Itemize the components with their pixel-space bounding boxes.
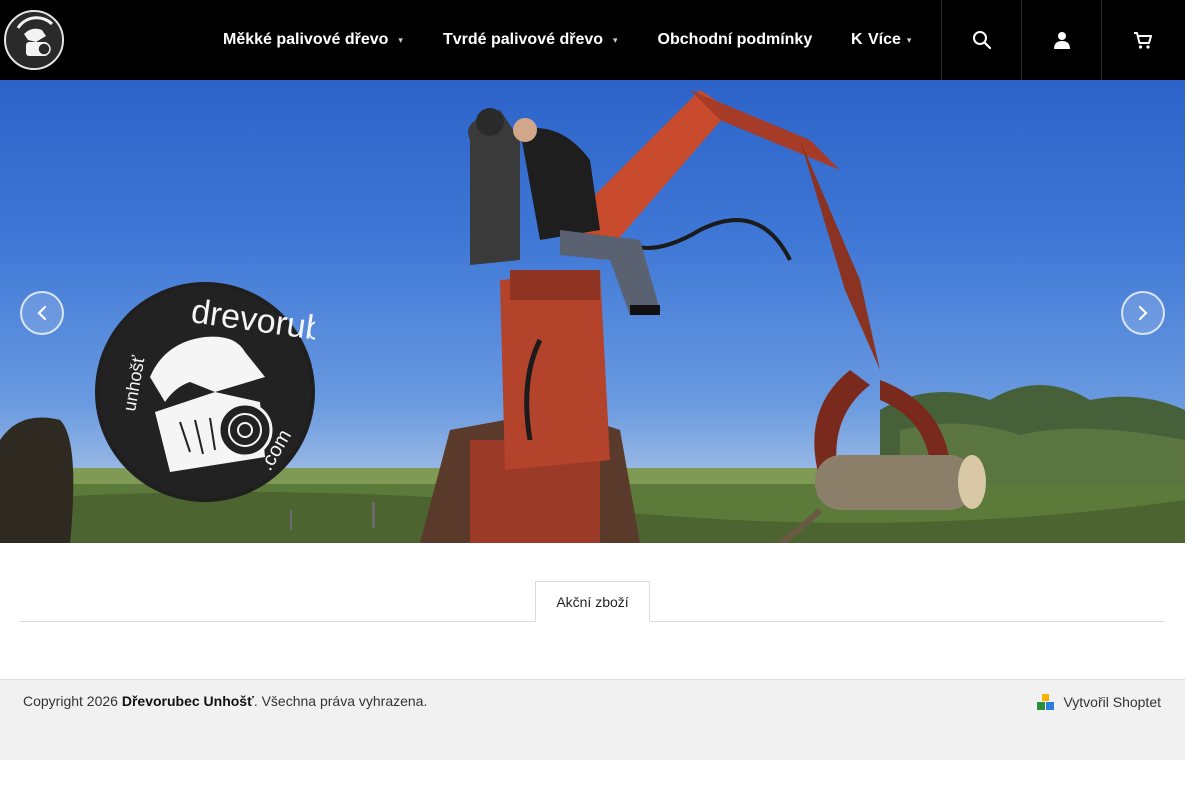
nav-item-terms[interactable]: Obchodní podmínky: [658, 31, 813, 49]
cart-button[interactable]: [1101, 0, 1183, 80]
chevron-left-icon: [37, 305, 47, 321]
account-button[interactable]: [1021, 0, 1101, 80]
hero-slider: drevorubec unhošť .com: [0, 80, 1185, 543]
site-header: Měkké palivové dřevo ▾ Tvrdé palivové dř…: [0, 0, 1185, 80]
tab-sale-products[interactable]: Akční zboží: [535, 581, 650, 622]
nav-label: Měkké palivové dřevo: [223, 31, 389, 48]
nav-label: Tvrdé palivové dřevo: [442, 31, 604, 48]
chevron-down-icon: ▾: [906, 34, 912, 45]
logo-image: [8, 14, 62, 68]
nav-item-hard-wood[interactable]: Tvrdé palivové dřevo ▾: [443, 31, 618, 49]
nav-more-menu[interactable]: K Více ▾: [851, 0, 921, 80]
nav-label: Obchodní podmínky: [657, 31, 813, 48]
cart-icon: [1133, 32, 1152, 49]
search-icon: [972, 31, 991, 50]
main-nav: Měkké palivové dřevo ▾ Tvrdé palivové dř…: [223, 0, 852, 80]
shoptet-logo-icon: [1037, 694, 1055, 710]
shoptet-label: Vytvořil Shoptet: [1063, 694, 1161, 710]
hero-logo: drevorubec unhošť .com: [95, 282, 315, 502]
site-logo[interactable]: [4, 10, 64, 70]
chevron-right-icon: [1138, 305, 1148, 321]
copyright-prefix: Copyright 2026: [23, 693, 122, 709]
shoptet-link[interactable]: Vytvořil Shoptet: [1037, 693, 1161, 711]
nav-item-soft-wood[interactable]: Měkké palivové dřevo ▾: [223, 31, 403, 49]
slider-next-button[interactable]: [1121, 291, 1165, 335]
chevron-down-icon: ▾: [398, 34, 403, 45]
copyright-text: Copyright 2026 Dřevorubec Unhošť. Všechn…: [23, 693, 427, 709]
copyright-suffix: . Všechna práva vyhrazena.: [253, 693, 428, 709]
search-button[interactable]: [941, 0, 1021, 80]
nav-more-label: Více: [868, 31, 901, 48]
chevron-down-icon: ▾: [613, 34, 618, 45]
page: Měkké palivové dřevo ▾ Tvrdé palivové dř…: [0, 0, 1185, 800]
site-footer: Copyright 2026 Dřevorubec Unhošť. Všechn…: [0, 679, 1185, 760]
nav-item-truncated: K: [851, 31, 863, 48]
slider-prev-button[interactable]: [20, 291, 64, 335]
user-icon: [1053, 32, 1070, 49]
company-name: Dřevorubec Unhošť: [121, 693, 254, 709]
